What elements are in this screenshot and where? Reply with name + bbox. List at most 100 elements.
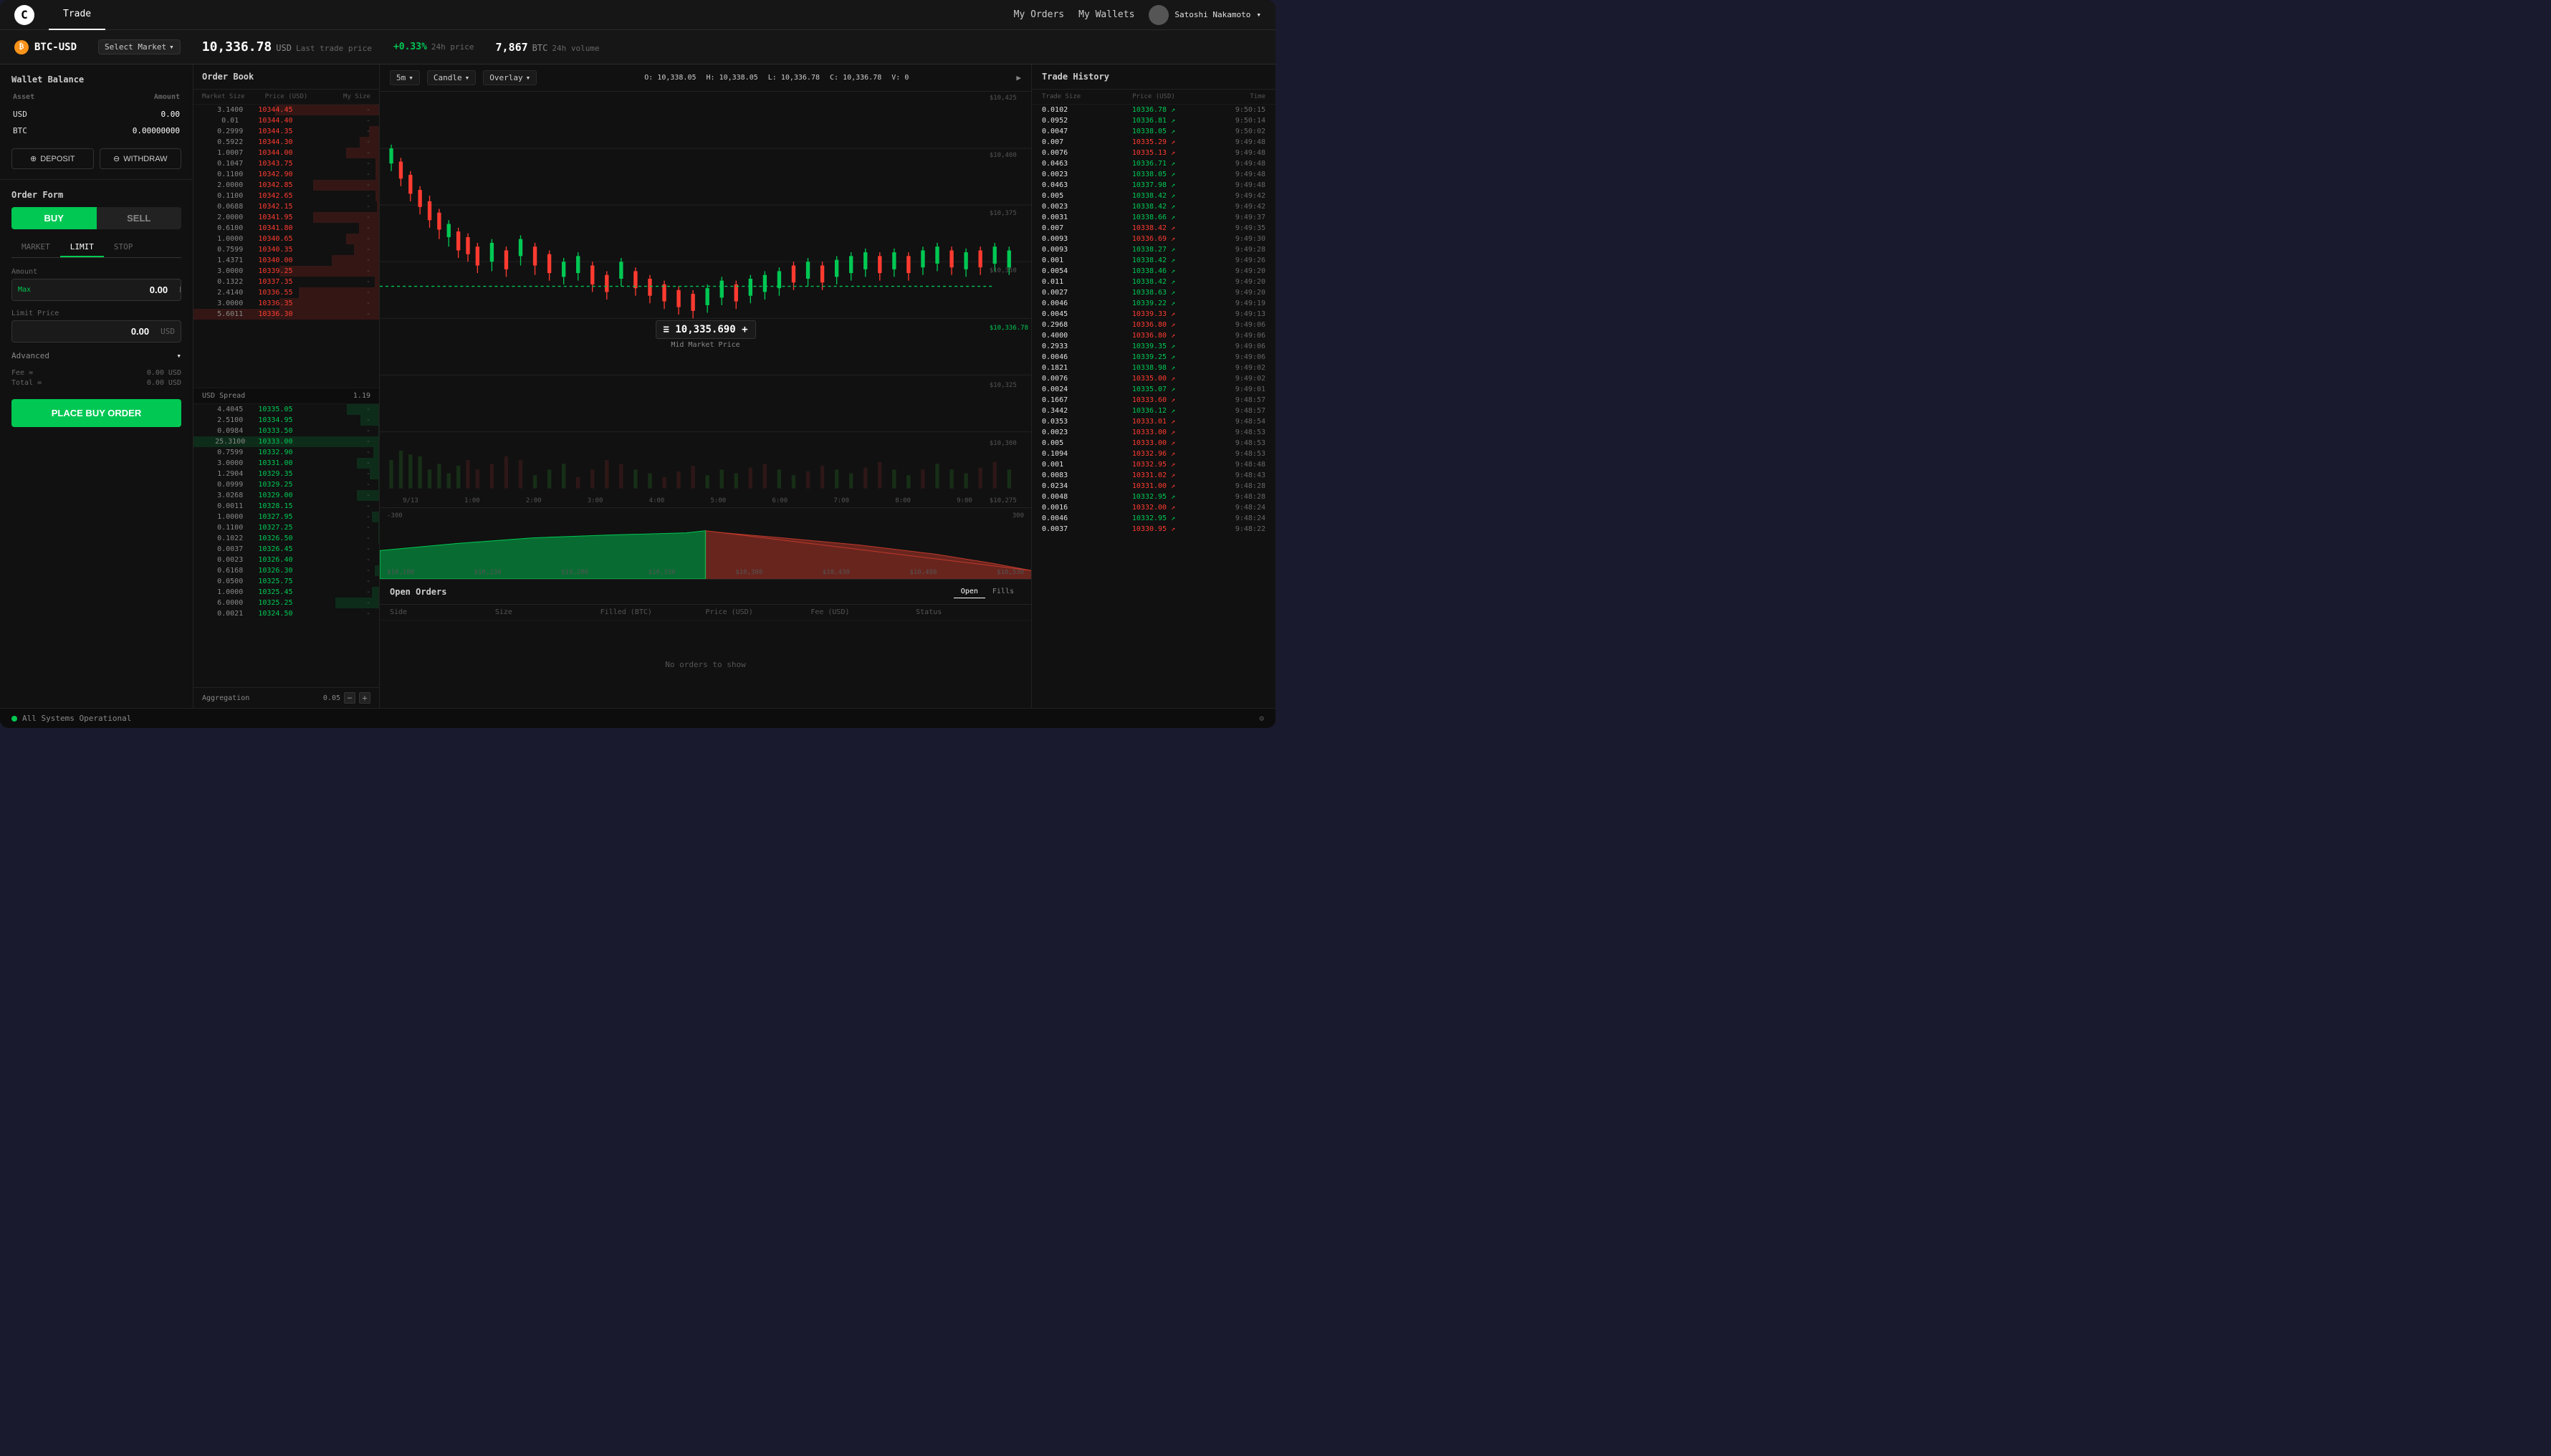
withdraw-button[interactable]: ⊖ WITHDRAW xyxy=(100,148,182,169)
th-price: 10333.60 ↗ xyxy=(1116,396,1191,404)
agg-increase-btn[interactable]: + xyxy=(359,692,370,704)
overlay-select[interactable]: Overlay ▾ xyxy=(483,70,537,85)
ob-ask-row[interactable]: 0.01 10344.40 - xyxy=(193,115,379,126)
th-size: 0.0048 xyxy=(1042,493,1116,501)
deposit-button[interactable]: ⊕ DEPOSIT xyxy=(11,148,94,169)
ob-ask-row[interactable]: 2.4140 10336.55 - xyxy=(193,287,379,298)
market-select-btn[interactable]: Select Market ▾ xyxy=(98,39,181,54)
amount-input[interactable] xyxy=(37,279,173,300)
spread-value: 1.19 xyxy=(353,392,370,400)
limit-tab[interactable]: LIMIT xyxy=(60,238,104,257)
price-chart-area[interactable]: $10,425 $10,400 $10,375 $10,350 $10,336.… xyxy=(380,92,1031,507)
ob-ask-row[interactable]: 0.6100 10341.80 - xyxy=(193,223,379,234)
th-price: 10338.42 ↗ xyxy=(1116,192,1191,200)
ob-ask-row[interactable]: 1.0007 10344.00 - xyxy=(193,148,379,158)
ob-bid-row[interactable]: 3.0268 10329.00 - xyxy=(193,490,379,501)
place-order-button[interactable]: PLACE BUY ORDER xyxy=(11,399,181,427)
th-price: 10338.05 ↗ xyxy=(1116,128,1191,135)
ob-bid-row[interactable]: 0.0021 10324.50 - xyxy=(193,608,379,619)
th-row: 0.011 10338.42 ↗ 9:49:20 xyxy=(1032,277,1276,287)
max-label[interactable]: Max xyxy=(12,286,37,294)
ob-ask-row[interactable]: 0.1047 10343.75 - xyxy=(193,158,379,169)
ob-bid-row[interactable]: 25.3100 10333.00 - xyxy=(193,436,379,447)
ob-bid-row[interactable]: 3.0000 10331.00 - xyxy=(193,458,379,469)
ob-ask-row[interactable]: 0.0688 10342.15 - xyxy=(193,201,379,212)
wallet-col-asset: Asset xyxy=(13,93,64,105)
th-size: 0.0463 xyxy=(1042,181,1116,189)
ob-bid-row[interactable]: 0.0999 10329.25 - xyxy=(193,479,379,490)
ob-ask-row[interactable]: 0.1100 10342.65 - xyxy=(193,191,379,201)
depth-x-label-7: $10,480 xyxy=(909,569,937,576)
th-time: 9:49:28 xyxy=(1191,246,1265,254)
nav-tab-trade[interactable]: Trade xyxy=(49,0,105,30)
volume-value: 7,867 xyxy=(496,41,528,54)
ob-bid-row[interactable]: 2.5100 10334.95 - xyxy=(193,415,379,426)
ob-bid-row[interactable]: 0.0984 10333.50 - xyxy=(193,426,379,436)
amount-unit: BTC xyxy=(173,285,181,294)
th-size: 0.0054 xyxy=(1042,267,1116,275)
ob-ask-row[interactable]: 0.1100 10342.90 - xyxy=(193,169,379,180)
ob-ask-row[interactable]: 0.1322 10337.35 - xyxy=(193,277,379,287)
chart-type-select[interactable]: Candle ▾ xyxy=(427,70,476,85)
th-size: 0.0046 xyxy=(1042,353,1116,361)
bid-price: 10324.50 xyxy=(258,610,314,618)
ob-ask-row[interactable]: 2.0000 10341.95 - xyxy=(193,212,379,223)
ob-bid-row[interactable]: 1.0000 10327.95 - xyxy=(193,512,379,522)
amount-group: Amount Max BTC xyxy=(11,268,181,301)
bid-size: 3.0000 xyxy=(202,459,258,467)
ob-ask-row[interactable]: 1.0000 10340.65 - xyxy=(193,234,379,244)
th-price: 10339.22 ↗ xyxy=(1116,300,1191,307)
user-section[interactable]: Satoshi Nakamoto ▾ xyxy=(1149,5,1261,25)
ob-ask-row[interactable]: 3.1400 10344.45 - xyxy=(193,105,379,115)
th-price: 10338.42 ↗ xyxy=(1116,257,1191,264)
ob-ask-row[interactable]: 3.0000 10339.25 - xyxy=(193,266,379,277)
ob-ask-row[interactable]: 0.5922 10344.30 - xyxy=(193,137,379,148)
fills-tab[interactable]: Fills xyxy=(985,585,1021,598)
agg-decrease-btn[interactable]: − xyxy=(344,692,355,704)
ob-bid-row[interactable]: 6.0000 10325.25 - xyxy=(193,598,379,608)
th-size: 0.3442 xyxy=(1042,407,1116,415)
ob-bid-row[interactable]: 0.1022 10326.50 - xyxy=(193,533,379,544)
bid-size: 1.0000 xyxy=(202,513,258,521)
advanced-row: Advanced ▾ xyxy=(11,351,181,360)
th-row: 0.0046 10339.25 ↗ 9:49:06 xyxy=(1032,352,1276,363)
market-tab[interactable]: MARKET xyxy=(11,238,60,257)
timeframe-select[interactable]: 5m ▾ xyxy=(390,70,420,85)
ob-ask-row[interactable]: 2.0000 10342.85 - xyxy=(193,180,379,191)
buy-tab[interactable]: BUY xyxy=(11,207,97,229)
ob-bid-row[interactable]: 0.0500 10325.75 - xyxy=(193,576,379,587)
stop-tab[interactable]: STOP xyxy=(104,238,143,257)
ob-ask-row[interactable]: 0.2999 10344.35 - xyxy=(193,126,379,137)
open-tab[interactable]: Open xyxy=(954,585,985,598)
sell-tab[interactable]: SELL xyxy=(97,207,182,229)
limit-price-input[interactable] xyxy=(12,321,155,342)
ob-ask-row[interactable]: 5.6011 10336.30 - xyxy=(193,309,379,320)
ob-bid-row[interactable]: 0.0011 10328.15 - xyxy=(193,501,379,512)
oo-empty-msg: No orders to show xyxy=(380,621,1031,708)
ob-bid-row[interactable]: 0.7599 10332.90 - xyxy=(193,447,379,458)
ob-bid-row[interactable]: 0.6168 10326.30 - xyxy=(193,565,379,576)
ob-bid-row[interactable]: 4.4045 10335.05 - xyxy=(193,404,379,415)
ob-ask-row[interactable]: 1.4371 10340.00 - xyxy=(193,255,379,266)
wallet-balance-title: Wallet Balance xyxy=(11,75,181,85)
ob-bid-row[interactable]: 0.0037 10326.45 - xyxy=(193,544,379,555)
ob-ask-row[interactable]: 3.0000 10336.35 - xyxy=(193,298,379,309)
ask-my-size: - xyxy=(315,138,370,146)
settings-icon[interactable]: ⚙ xyxy=(1259,714,1264,723)
status-dot xyxy=(11,716,17,722)
chart-expand-btn[interactable]: ▶ xyxy=(1016,73,1021,82)
agg-label: Aggregation xyxy=(202,694,249,702)
ob-bid-row[interactable]: 1.0000 10325.45 - xyxy=(193,587,379,598)
order-form-section: Order Form BUY SELL MARKET LIMIT STOP Am… xyxy=(0,180,193,708)
ask-price: 10344.30 xyxy=(258,138,314,146)
my-wallets-btn[interactable]: My Wallets xyxy=(1078,9,1134,20)
ob-bid-row[interactable]: 0.0023 10326.40 - xyxy=(193,555,379,565)
price-change-label: 24h price xyxy=(431,42,474,52)
chevron-down-icon[interactable]: ▾ xyxy=(176,351,181,360)
ob-ask-row[interactable]: 0.7599 10340.35 - xyxy=(193,244,379,255)
price-change-info: +0.33% 24h price xyxy=(393,42,474,52)
ob-bid-row[interactable]: 0.1100 10327.25 - xyxy=(193,522,379,533)
ob-bid-row[interactable]: 1.2904 10329.35 - xyxy=(193,469,379,479)
ask-my-size: - xyxy=(315,235,370,243)
my-orders-btn[interactable]: My Orders xyxy=(1014,9,1064,20)
